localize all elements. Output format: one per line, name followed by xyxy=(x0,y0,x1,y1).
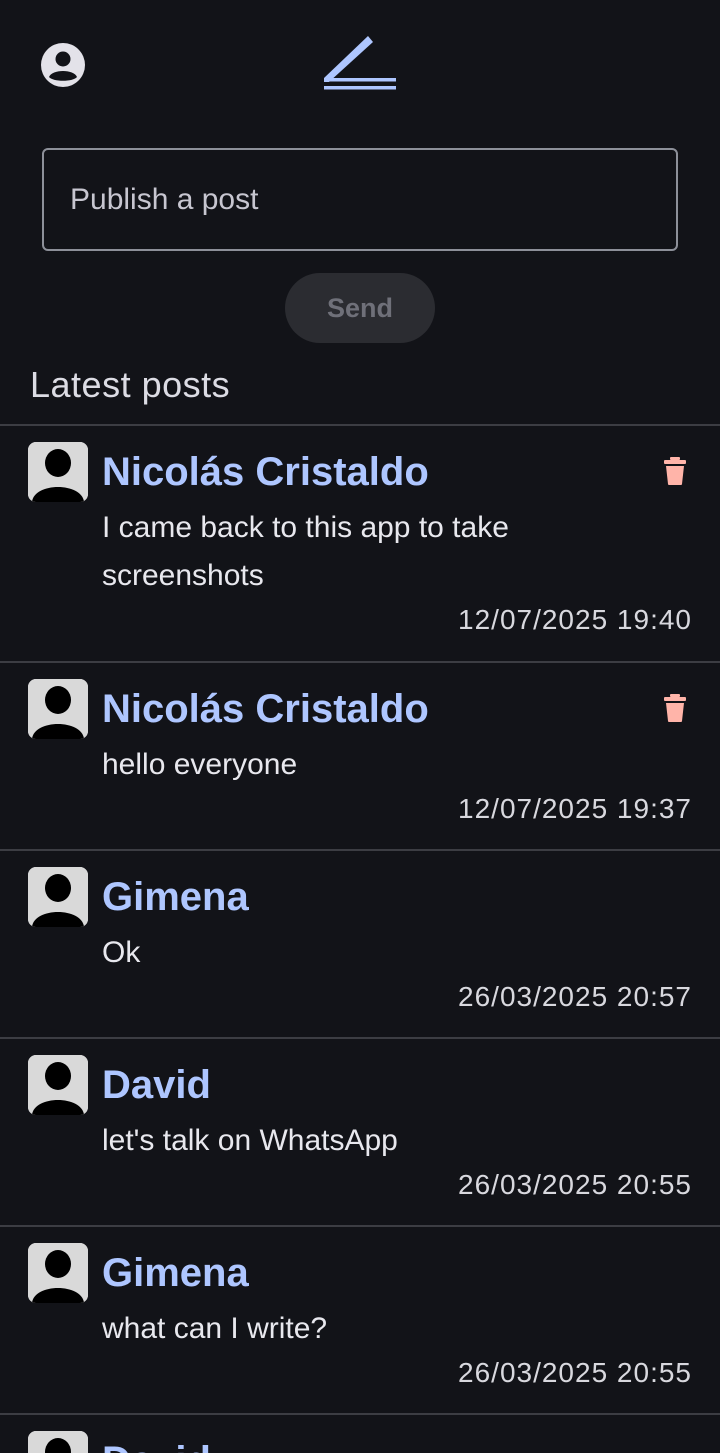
avatar xyxy=(28,442,88,502)
posts-feed[interactable]: Nicolás Cristaldo I came back to this ap… xyxy=(0,424,720,1453)
post-text: Ok xyxy=(102,936,141,969)
post-card: Nicolás Cristaldo I came back to this ap… xyxy=(0,424,720,661)
section-title: Latest posts xyxy=(30,364,231,405)
delete-icon[interactable] xyxy=(662,693,688,723)
post-input-field[interactable] xyxy=(42,148,678,251)
post-timestamp: 26/03/2025 20:55 xyxy=(458,1357,692,1388)
post-input[interactable] xyxy=(44,150,676,249)
post-text: what can I write? xyxy=(102,1312,328,1345)
post-card: Gimena Ok 26/03/2025 20:57 xyxy=(0,849,720,1037)
top-app-bar xyxy=(0,0,720,130)
avatar xyxy=(28,1431,88,1453)
account-circle-icon[interactable] xyxy=(40,42,86,88)
delete-icon[interactable] xyxy=(662,456,688,486)
post-author[interactable]: Nicolás Cristaldo xyxy=(102,446,429,498)
post-timestamp: 26/03/2025 20:57 xyxy=(458,981,692,1012)
post-timestamp: 26/03/2025 20:55 xyxy=(458,1169,692,1200)
post-card: Gimena what can I write? 26/03/2025 20:5… xyxy=(0,1225,720,1413)
avatar xyxy=(28,679,88,739)
post-author[interactable]: Gimena xyxy=(102,1247,249,1299)
avatar xyxy=(28,867,88,927)
post-author[interactable]: Gimena xyxy=(102,871,249,923)
post-timestamp: 12/07/2025 19:40 xyxy=(458,604,692,635)
post-text: let's talk on WhatsApp xyxy=(102,1124,398,1157)
avatar xyxy=(28,1055,88,1115)
send-button[interactable]: Send xyxy=(285,273,435,343)
post-text: I came back to this app to take screensh… xyxy=(102,511,509,592)
post-card: David xyxy=(0,1413,720,1453)
avatar xyxy=(28,1243,88,1303)
post-author[interactable]: Nicolás Cristaldo xyxy=(102,683,429,735)
edit-pen-logo-icon xyxy=(322,34,398,96)
post-author[interactable]: David xyxy=(102,1435,211,1453)
post-author[interactable]: David xyxy=(102,1059,211,1111)
post-text: hello everyone xyxy=(102,748,298,781)
post-card: David let's talk on WhatsApp 26/03/2025 … xyxy=(0,1037,720,1225)
post-card: Nicolás Cristaldo hello everyone 12/07/2… xyxy=(0,661,720,849)
post-timestamp: 12/07/2025 19:37 xyxy=(458,793,692,824)
